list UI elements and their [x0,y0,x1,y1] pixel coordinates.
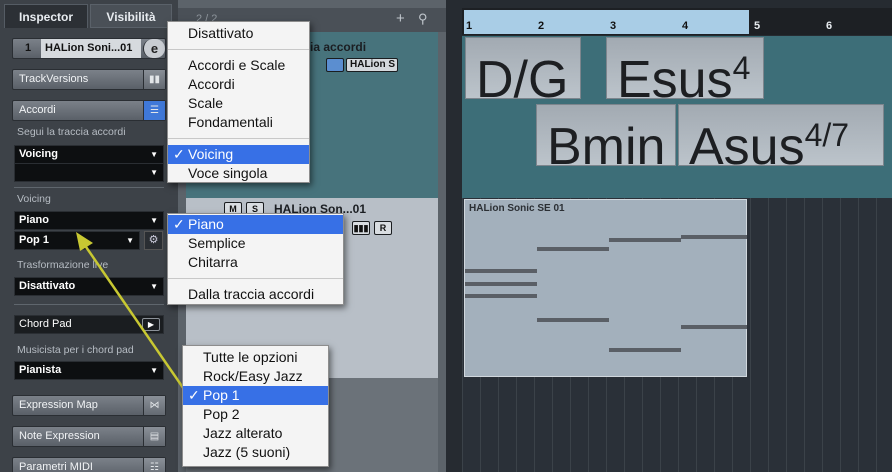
menu-separator [168,49,309,50]
menu-item-pop-2[interactable]: Pop 2 [183,405,328,424]
follow-menu: Disattivato Accordi e Scale Accordi Scal… [167,21,310,183]
style-menu: Tutte le opzioni Rock/Easy Jazz Pop 1 Po… [182,345,329,467]
menu-item-dalla-traccia-accordi[interactable]: Dalla traccia accordi [168,285,343,304]
menu-item-voicing[interactable]: Voicing [168,145,309,164]
menu-item-disattivato[interactable]: Disattivato [168,24,309,43]
menu-item-accordi[interactable]: Accordi [168,75,309,94]
menu-item-accordi-e-scale[interactable]: Accordi e Scale [168,56,309,75]
menu-item-tutte-le-opzioni[interactable]: Tutte le opzioni [183,348,328,367]
menu-item-fondamentali[interactable]: Fondamentali [168,113,309,132]
menu-item-rock-easy-jazz[interactable]: Rock/Easy Jazz [183,367,328,386]
menu-item-chitarra[interactable]: Chitarra [168,253,343,272]
menu-item-voce-singola[interactable]: Voce singola [168,164,309,183]
menu-separator [168,278,343,279]
menu-item-piano[interactable]: Piano [168,215,343,234]
menu-item-scale[interactable]: Scale [168,94,309,113]
menu-item-jazz-5-suoni[interactable]: Jazz (5 suoni) [183,443,328,462]
menu-item-pop-1[interactable]: Pop 1 [183,386,328,405]
voicing-menu: Piano Semplice Chitarra Dalla traccia ac… [167,213,344,305]
menu-item-semplice[interactable]: Semplice [168,234,343,253]
menu-separator [168,138,309,139]
menu-item-jazz-alterato[interactable]: Jazz alterato [183,424,328,443]
annotation-arrow [76,232,190,396]
